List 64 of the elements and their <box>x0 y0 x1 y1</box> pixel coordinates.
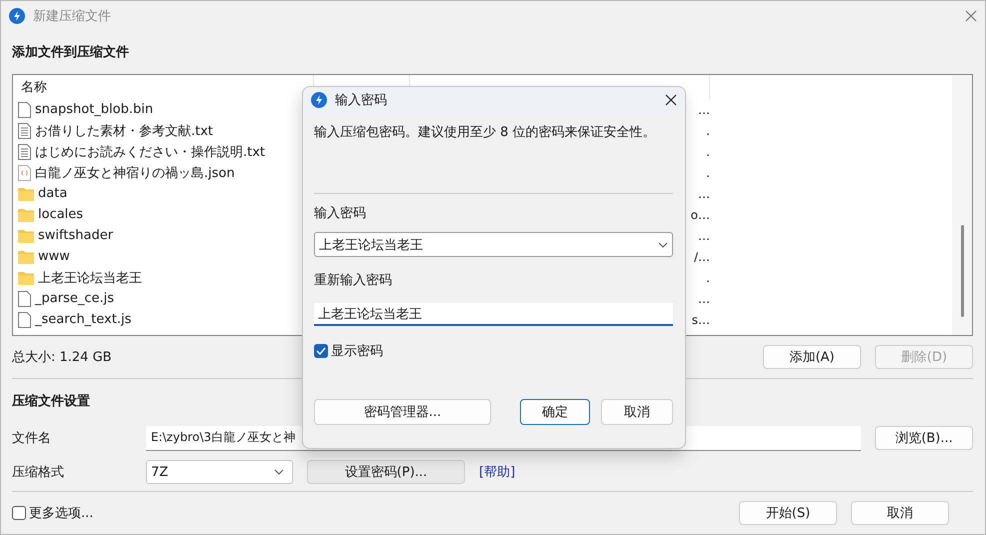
file-name[interactable]: snapshot_blob.bin <box>13 102 314 118</box>
help-link[interactable]: [帮助] <box>479 463 516 481</box>
close-icon[interactable] <box>665 94 677 106</box>
table-cell: … <box>698 292 710 306</box>
file-name[interactable]: 上老王论坛当老王 <box>13 268 314 286</box>
app-icon <box>311 92 327 108</box>
text-file-icon <box>18 144 31 160</box>
dialog-title: 输入密码 <box>335 92 388 109</box>
field-label: 重新输入密码 <box>314 272 392 289</box>
file-icon <box>18 312 31 328</box>
chevron-icon <box>274 469 284 475</box>
table-cell: … <box>698 186 710 200</box>
cancel-button[interactable]: 取消 <box>601 399 673 425</box>
file-name[interactable]: www <box>13 249 314 264</box>
file-name[interactable]: swiftshader <box>13 228 314 243</box>
password-manager-button[interactable]: 密码管理器... <box>314 399 491 425</box>
format-select[interactable]: 7Z <box>146 460 293 484</box>
window-title: 新建压缩文件 <box>33 8 112 24</box>
table-cell: . <box>706 144 710 158</box>
file-icon <box>18 290 31 306</box>
file-name[interactable]: _search_text.js <box>13 312 314 328</box>
check-icon <box>316 347 326 355</box>
app-icon <box>9 8 25 24</box>
file-name[interactable]: 白龍ノ巫女と神宿りの禍ッ島.json <box>13 164 314 182</box>
dialog-message: 输入压缩包密码。建议使用至少 8 位的密码来保证安全性。 <box>314 124 657 142</box>
file-name[interactable]: _parse_ce.js <box>13 290 314 306</box>
more-options-checkbox[interactable]: 更多选项... <box>12 504 94 522</box>
field-label: 压缩格式 <box>12 464 65 481</box>
field-label: 文件名 <box>12 430 52 447</box>
table-cell: … <box>698 102 710 116</box>
file-name[interactable]: locales <box>13 207 314 222</box>
browse-button[interactable]: 浏览(B)... <box>875 426 973 450</box>
section-title: 添加文件到压缩文件 <box>12 44 129 61</box>
table-cell: … <box>698 228 710 242</box>
ok-button[interactable]: 确定 <box>520 399 590 425</box>
scrollbar-thumb[interactable] <box>960 225 964 317</box>
show-password-checkbox[interactable]: 显示密码 <box>314 342 383 360</box>
total-size: 总大小: 1.24 GB <box>12 349 112 366</box>
file-name[interactable]: お借りした素材・参考文献.txt <box>13 122 314 140</box>
table-cell: /… <box>694 250 710 264</box>
table-cell: . <box>706 270 710 284</box>
add-button[interactable]: 添加(A) <box>763 345 861 369</box>
file-name[interactable]: data <box>13 186 314 201</box>
start-button[interactable]: 开始(S) <box>739 501 837 525</box>
json-file-icon <box>18 164 31 180</box>
field-label: 输入密码 <box>314 205 366 222</box>
file-name[interactable]: はじめにお読みください・操作説明.txt <box>13 142 314 160</box>
table-cell: o… <box>690 208 710 222</box>
set-password-button[interactable]: 设置密码(P)... <box>307 460 465 484</box>
chevron-icon <box>658 242 668 248</box>
cancel-button[interactable]: 取消 <box>851 501 949 525</box>
folder-icon <box>18 228 34 242</box>
section-title: 压缩文件设置 <box>12 392 90 410</box>
table-cell: . <box>706 124 710 138</box>
table-cell: s… <box>692 312 710 326</box>
table-cell: . <box>706 166 710 180</box>
text-file-icon <box>18 122 31 138</box>
folder-icon <box>18 186 34 200</box>
confirm-password-field[interactable]: 上老王论坛当老王 <box>314 303 673 326</box>
folder-icon <box>18 250 34 264</box>
password-combo[interactable]: 上老王论坛当老王 <box>314 232 673 257</box>
folder-icon <box>18 270 34 284</box>
file-icon <box>18 102 31 118</box>
folder-icon <box>18 208 34 222</box>
